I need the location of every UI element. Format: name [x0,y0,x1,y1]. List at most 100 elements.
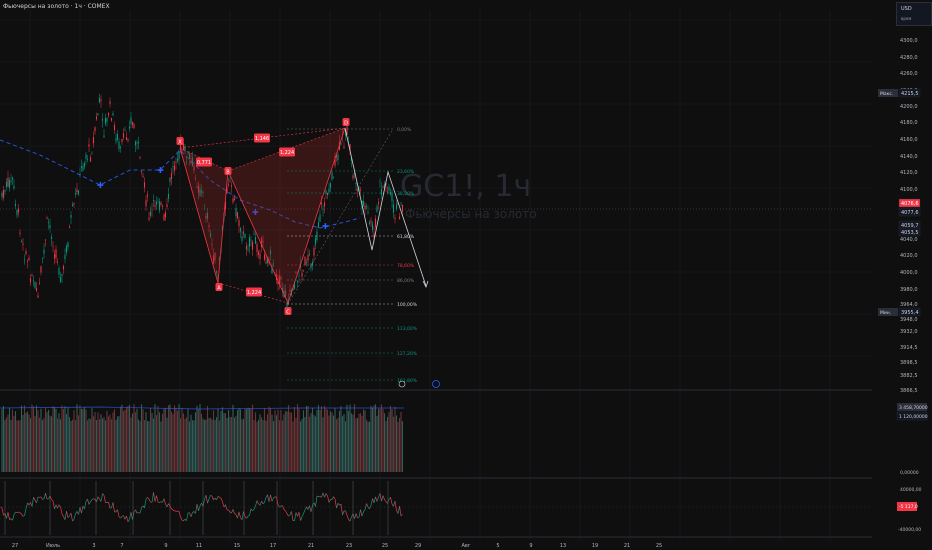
candle-body [305,262,308,264]
volume-bar [131,413,134,472]
volume-bar [238,408,240,472]
osc-line [355,513,358,518]
osc-line [6,512,9,519]
volume-bar [289,411,291,472]
volume-bar [278,420,281,472]
osc-line [66,511,69,518]
volume-bar [334,407,336,472]
candle-body [17,208,20,213]
osc-line [159,501,162,503]
watermark-name: Фьючерсы на золото [405,207,537,221]
candle-body [89,157,92,162]
candle-body [355,182,357,185]
osc-line [207,498,210,504]
candle-body [368,222,371,225]
osc-line [139,507,142,514]
pattern-point-label: A [217,285,221,291]
candle-body [73,202,75,205]
time-tick-label: 11 [196,543,202,549]
candle-body [85,154,87,159]
volume-bar [34,415,36,472]
candle-body [157,201,159,203]
candle-body [256,244,258,252]
volume-bar [133,404,135,472]
volume-bar [88,418,90,472]
osc-line [310,505,313,512]
candle-body [326,193,329,195]
osc-line [55,504,58,509]
osc-line [247,515,250,517]
volume-bar [199,404,201,472]
time-tick-label: 3 [92,543,95,549]
osc-line [162,498,165,503]
candle-body [128,126,131,129]
volume-bar [179,418,182,472]
volume-bar [251,404,254,472]
osc-line [67,515,70,518]
volume-bar [112,412,114,472]
volume-bar [52,406,54,472]
osc-line [222,501,225,508]
price-scale[interactable]: 4300,04280,04260,04240,04200,04180,04160… [872,0,932,550]
chart-area[interactable]: GC1!, 1ч Фьючерсы на золото ✚✚✚✚ XABCD0,… [0,0,932,550]
candle-body [365,206,368,207]
candle-body [23,259,26,261]
volume-bar [14,411,17,472]
candle-body [155,202,158,205]
currency-selector[interactable]: USD врем [896,2,932,26]
osc-line [22,515,25,517]
pattern-point-label: D [344,120,348,126]
candle-body [329,183,332,188]
volume-bar [257,419,260,472]
volume-bar [175,407,177,472]
volume-bar [16,420,18,472]
volume-bar [95,420,98,472]
osc-line [345,510,348,516]
candle-body [340,143,342,145]
volume-bar [245,408,248,472]
osc-line [304,506,307,511]
volume-bar [107,416,110,472]
price-tick-label: 3932,0 [900,329,918,335]
volume-bar [386,416,389,472]
osc-line [126,515,129,522]
time-scale[interactable]: 27 Июль 3 7 9 11 15 17 21 23 25 29 Авг 5 9 13 19 21 25 [12,543,662,549]
candle-body [178,151,180,160]
volume-bar [280,409,282,472]
volume-bar [97,412,99,472]
volume-bar [310,413,312,472]
candle-body [47,222,50,224]
candle-body [304,256,306,266]
osc-line [270,494,273,502]
volume-bar [308,416,311,472]
osc-line [327,495,330,503]
volume-bar [272,421,275,472]
harmonic-pattern[interactable]: X A B C D 0,771 1,146 1,224 1,224 [176,118,350,315]
volume-bar [56,418,59,472]
candle-body [82,166,84,171]
price-tick-label: 4140,0 [900,154,918,160]
volume-bar [268,406,270,472]
candle-body [103,135,105,138]
candle-body [241,236,243,241]
candle-body [11,177,14,180]
volume-bar [185,417,188,472]
candle-body [247,249,249,251]
volume-bar [353,404,356,472]
osc-line [354,513,357,519]
price-tick-label: 3882,5 [900,373,918,379]
candle-body [140,171,143,172]
volume-bar [13,416,15,472]
volume-bar [106,410,108,472]
volume-bar [341,416,344,472]
candle-body [356,190,359,192]
volume-bar [356,418,359,472]
candle-body [337,154,339,161]
candle-body [4,190,6,192]
candle-body [319,214,321,222]
osc-line [33,497,36,501]
osc-line [100,493,103,502]
volume-bar [367,421,369,472]
osc-line [120,516,123,519]
candle-body [124,130,126,132]
